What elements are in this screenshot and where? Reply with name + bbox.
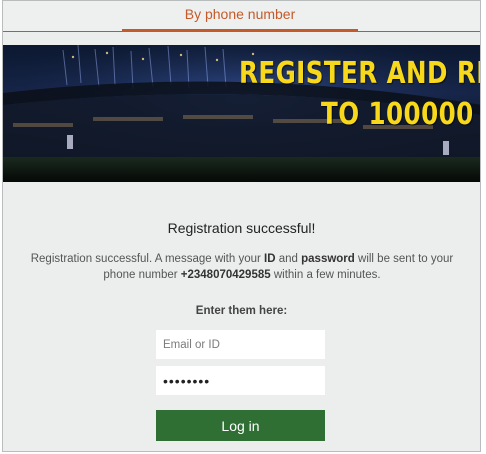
tab-by-phone-number[interactable]: By phone number [122,1,358,32]
login-button[interactable]: Log in [156,410,325,441]
tab-bar: By phone number [3,1,480,32]
banner-headline-line-1: REGISTER AND REC [239,56,480,91]
tab-label: By phone number [184,6,296,22]
phone-number: +2348070429585 [180,269,271,281]
message-text-4: within a few minutes. [270,269,381,281]
registration-panel: By phone number REGISTER AND R TO 100000… [2,0,481,452]
success-title: Registration successful! [167,220,316,236]
enter-credentials-label: Enter them here: [195,305,288,317]
message-id: ID [264,253,276,265]
tab-active-indicator [122,29,358,32]
message-password: password [301,253,355,265]
banner-headline-line-2: TO 100000 N [321,97,480,132]
success-message: Registration successful. A message with … [23,251,461,283]
email-or-id-input[interactable] [156,330,325,359]
message-text-2: and [275,253,302,265]
promo-banner: REGISTER AND REC TO 100000 N [3,45,480,182]
message-text-1: Registration successful. A message with … [30,253,265,265]
password-input[interactable] [156,366,325,395]
